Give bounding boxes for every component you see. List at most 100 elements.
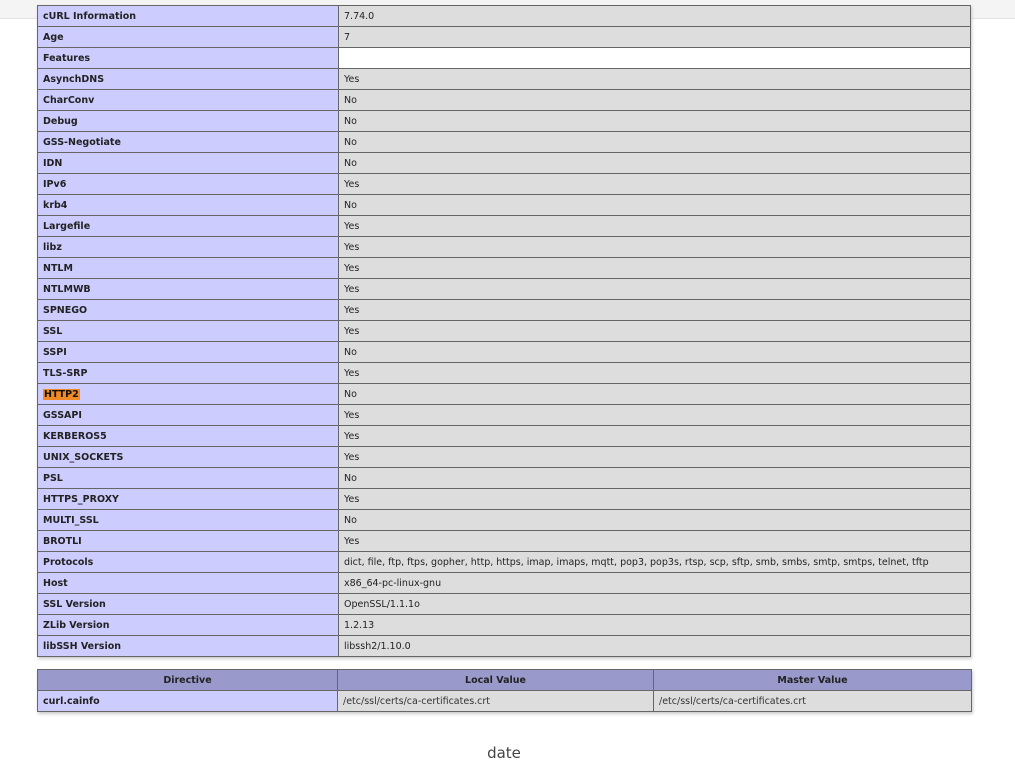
row-value: No bbox=[338, 131, 971, 153]
row-label: libSSH Version bbox=[37, 635, 339, 657]
table-row: Debug No bbox=[37, 110, 971, 132]
row-value: No bbox=[338, 467, 971, 489]
row-value: No bbox=[338, 383, 971, 405]
row-label: NTLMWB bbox=[37, 278, 339, 300]
row-label: MULTI_SSL bbox=[37, 509, 339, 531]
column-header-local-value: Local Value bbox=[337, 669, 654, 691]
table-row: krb4 No bbox=[37, 194, 971, 216]
row-label: PSL bbox=[37, 467, 339, 489]
row-value: Yes bbox=[338, 320, 971, 342]
row-value: Yes bbox=[338, 446, 971, 468]
row-label: SSL bbox=[37, 320, 339, 342]
curl-info-table: cURL Information 7.74.0 Age 7 Features Asyn… bbox=[37, 5, 971, 657]
table-row: KERBEROS5 Yes bbox=[37, 425, 971, 447]
row-label: cURL Information bbox=[37, 5, 339, 27]
row-value: No bbox=[338, 509, 971, 531]
table-row: PSL No bbox=[37, 467, 971, 489]
table-row: HTTPS_PROXY Yes bbox=[37, 488, 971, 510]
row-value: OpenSSL/1.1.1o bbox=[338, 593, 971, 615]
row-value: No bbox=[338, 110, 971, 132]
row-value: 7.74.0 bbox=[338, 5, 971, 27]
table-row: curl.cainfo /etc/ssl/certs/ca-certificat… bbox=[37, 690, 972, 712]
table-row: BROTLI Yes bbox=[37, 530, 971, 552]
row-value: Yes bbox=[338, 488, 971, 510]
table-row: ZLib Version 1.2.13 bbox=[37, 614, 971, 636]
row-label: Protocols bbox=[37, 551, 339, 573]
row-value: Yes bbox=[338, 278, 971, 300]
table-row: GSSAPI Yes bbox=[37, 404, 971, 426]
table-row: SPNEGO Yes bbox=[37, 299, 971, 321]
table-row: GSS-Negotiate No bbox=[37, 131, 971, 153]
row-label: Largefile bbox=[37, 215, 339, 237]
row-value: Yes bbox=[338, 257, 971, 279]
table-row: Features bbox=[37, 47, 971, 69]
table-row: libz Yes bbox=[37, 236, 971, 258]
table-row: IDN No bbox=[37, 152, 971, 174]
row-value: 7 bbox=[338, 26, 971, 48]
row-label: Features bbox=[37, 47, 339, 69]
row-label: SSL Version bbox=[37, 593, 339, 615]
directive-name: curl.cainfo bbox=[37, 690, 338, 712]
row-label: GSSAPI bbox=[37, 404, 339, 426]
row-label: SSPI bbox=[37, 341, 339, 363]
row-label: KERBEROS5 bbox=[37, 425, 339, 447]
row-label: HTTP2 bbox=[37, 383, 339, 405]
table-row: cURL Information 7.74.0 bbox=[37, 5, 971, 27]
table-row: MULTI_SSL No bbox=[37, 509, 971, 531]
table-row: TLS-SRP Yes bbox=[37, 362, 971, 384]
row-label: CharConv bbox=[37, 89, 339, 111]
row-value: No bbox=[338, 152, 971, 174]
row-value: Yes bbox=[338, 299, 971, 321]
row-label: IDN bbox=[37, 152, 339, 174]
table-row: UNIX_SOCKETS Yes bbox=[37, 446, 971, 468]
row-value: 1.2.13 bbox=[338, 614, 971, 636]
row-value: Yes bbox=[338, 404, 971, 426]
row-value: No bbox=[338, 341, 971, 363]
directives-table: Directive Local Value Master Value curl.… bbox=[37, 669, 972, 712]
directive-master-value: /etc/ssl/certs/ca-certificates.crt bbox=[653, 690, 972, 712]
curl-info-section: cURL Information 7.74.0 Age 7 Features Asyn… bbox=[37, 5, 972, 712]
table-row: NTLMWB Yes bbox=[37, 278, 971, 300]
row-value bbox=[338, 47, 971, 69]
table-header-row: Directive Local Value Master Value bbox=[37, 669, 972, 691]
table-row: SSL Version OpenSSL/1.1.1o bbox=[37, 593, 971, 615]
row-label: Host bbox=[37, 572, 339, 594]
table-row: AsynchDNS Yes bbox=[37, 68, 971, 90]
search-highlight: HTTP2 bbox=[43, 388, 80, 400]
row-value: No bbox=[338, 194, 971, 216]
row-label: krb4 bbox=[37, 194, 339, 216]
row-label: Debug bbox=[37, 110, 339, 132]
row-label: NTLM bbox=[37, 257, 339, 279]
row-value: Yes bbox=[338, 215, 971, 237]
row-label: ZLib Version bbox=[37, 614, 339, 636]
row-label: TLS-SRP bbox=[37, 362, 339, 384]
row-value: Yes bbox=[338, 425, 971, 447]
table-row: HTTP2 No bbox=[37, 383, 971, 405]
row-value: x86_64-pc-linux-gnu bbox=[338, 572, 971, 594]
row-value: Yes bbox=[338, 530, 971, 552]
table-row: SSL Yes bbox=[37, 320, 971, 342]
row-value: dict, file, ftp, ftps, gopher, http, htt… bbox=[338, 551, 971, 573]
row-label: Age bbox=[37, 26, 339, 48]
row-label: SPNEGO bbox=[37, 299, 339, 321]
row-value: Yes bbox=[338, 236, 971, 258]
table-row: IPv6 Yes bbox=[37, 173, 971, 195]
table-row: Protocols dict, file, ftp, ftps, gopher, … bbox=[37, 551, 971, 573]
row-label: GSS-Negotiate bbox=[37, 131, 339, 153]
row-value: libssh2/1.10.0 bbox=[338, 635, 971, 657]
table-row: Age 7 bbox=[37, 26, 971, 48]
directive-local-value: /etc/ssl/certs/ca-certificates.crt bbox=[337, 690, 654, 712]
table-row: CharConv No bbox=[37, 89, 971, 111]
row-label: IPv6 bbox=[37, 173, 339, 195]
section-heading-date: date bbox=[487, 744, 521, 762]
row-value: Yes bbox=[338, 173, 971, 195]
table-row: SSPI No bbox=[37, 341, 971, 363]
table-row: Host x86_64-pc-linux-gnu bbox=[37, 572, 971, 594]
row-label: AsynchDNS bbox=[37, 68, 339, 90]
column-header-directive: Directive bbox=[37, 669, 338, 691]
table-row: Largefile Yes bbox=[37, 215, 971, 237]
table-row: libSSH Version libssh2/1.10.0 bbox=[37, 635, 971, 657]
row-value: No bbox=[338, 89, 971, 111]
row-label: UNIX_SOCKETS bbox=[37, 446, 339, 468]
row-value: Yes bbox=[338, 68, 971, 90]
